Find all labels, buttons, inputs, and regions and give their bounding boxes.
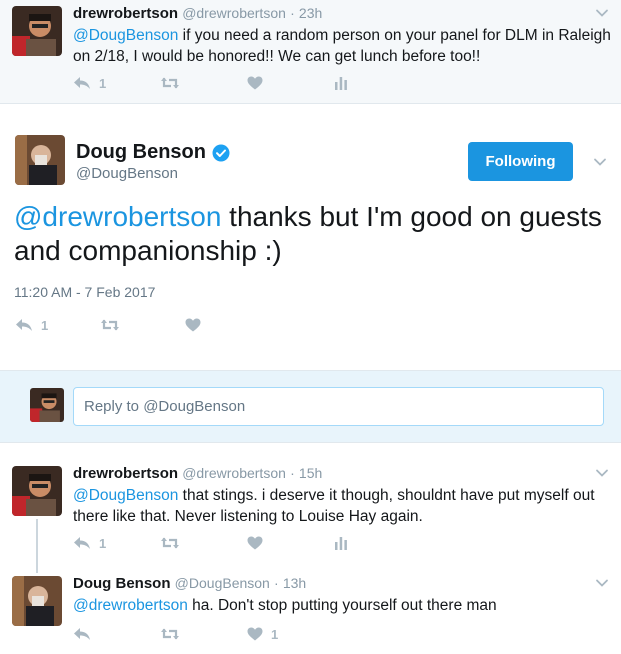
analytics-icon [335, 77, 347, 90]
like-button[interactable] [247, 533, 334, 553]
conversation-thread-line [36, 519, 38, 573]
author-handle[interactable]: @drewrobertson [182, 5, 286, 21]
retweet-icon [161, 537, 179, 549]
reply-icon [16, 319, 32, 331]
mention-link[interactable]: @DougBenson [73, 487, 178, 504]
tweet-actions: 1 [15, 315, 270, 335]
tweet-timestamp[interactable]: 11:20 AM - 7 Feb 2017 [14, 284, 155, 300]
verified-icon [212, 144, 230, 161]
chevron-down-icon[interactable] [595, 6, 609, 20]
analytics-button[interactable] [334, 533, 421, 553]
author-name[interactable]: drewrobertson [73, 5, 178, 22]
tweet-text: @drewrobertson ha. Don't stop putting yo… [73, 595, 613, 616]
tweet-time[interactable]: 15h [299, 465, 322, 481]
separator-dot: · [290, 465, 295, 481]
author-name[interactable]: Doug Benson [76, 141, 230, 164]
retweet-icon [161, 77, 179, 89]
author-handle[interactable]: @DougBenson [76, 165, 178, 182]
retweet-button[interactable] [160, 533, 247, 553]
retweet-icon [101, 319, 119, 331]
reply-input[interactable]: Reply to @DougBenson [73, 387, 604, 426]
mention-link[interactable]: @drewrobertson [14, 201, 221, 232]
author-name[interactable]: drewrobertson [73, 465, 178, 482]
tweet-reply-dougbenson[interactable]: Doug Benson @DougBenson · 13h @drewrober… [0, 570, 621, 654]
avatar-current-user [30, 388, 64, 422]
retweet-button[interactable] [160, 73, 247, 93]
tweet-time[interactable]: 13h [283, 575, 306, 591]
chevron-down-icon[interactable] [593, 155, 607, 169]
analytics-button[interactable] [334, 73, 421, 93]
mention-link[interactable]: @drewrobertson [73, 597, 188, 614]
separator-dot: · [274, 575, 279, 591]
author-name-text: Doug Benson [76, 141, 206, 163]
like-icon [247, 76, 263, 90]
tweet-text: @drewrobertson thanks but I'm good on gu… [14, 200, 609, 268]
mention-link[interactable]: @DougBenson [73, 27, 178, 44]
avatar-drewrobertson[interactable] [12, 6, 62, 56]
avatar-drewrobertson[interactable] [12, 466, 62, 516]
like-count: 1 [271, 626, 279, 642]
like-button[interactable]: 1 [247, 624, 334, 644]
following-button[interactable]: Following [468, 142, 573, 181]
tweet-text: @DougBenson if you need a random person … [73, 25, 613, 67]
tweet-header: drewrobertson @drewrobertson · 15h [73, 465, 322, 482]
reply-button[interactable] [73, 624, 160, 644]
main-tweet: Doug Benson @DougBenson Following @drewr… [0, 104, 621, 370]
reply-compose-box: Reply to @DougBenson [0, 370, 621, 443]
tweet-actions: 1 [73, 73, 421, 93]
retweet-button[interactable] [100, 315, 185, 335]
tweet-text: @DougBenson that stings. i deserve it th… [73, 485, 613, 527]
like-button[interactable] [247, 73, 334, 93]
tweet-reply-drewrobertson-top[interactable]: drewrobertson @drewrobertson · 23h @Doug… [0, 0, 621, 104]
tweet-reply-drewrobertson[interactable]: drewrobertson @drewrobertson · 15h @Doug… [0, 460, 621, 570]
retweet-icon [161, 628, 179, 640]
reply-count: 1 [99, 535, 107, 551]
reply-button[interactable]: 1 [15, 315, 100, 335]
retweet-button[interactable] [160, 624, 247, 644]
reply-button[interactable]: 1 [73, 533, 160, 553]
author-name[interactable]: Doug Benson [73, 575, 171, 592]
tweet-header: Doug Benson @DougBenson · 13h [73, 575, 306, 592]
like-icon [185, 318, 201, 332]
analytics-icon [335, 537, 347, 550]
tweet-time[interactable]: 23h [299, 5, 322, 21]
like-icon [247, 536, 263, 550]
reply-icon [74, 77, 90, 89]
separator-dot: · [290, 5, 295, 21]
like-button[interactable] [185, 315, 270, 335]
like-icon [247, 627, 263, 641]
author-handle[interactable]: @DougBenson [175, 575, 270, 591]
reply-count: 1 [41, 317, 49, 333]
reply-button[interactable]: 1 [73, 73, 160, 93]
avatar-dougbenson[interactable] [15, 135, 65, 185]
reply-icon [74, 628, 90, 640]
author-handle[interactable]: @drewrobertson [182, 465, 286, 481]
reply-count: 1 [99, 75, 107, 91]
tweet-actions: 1 [73, 533, 421, 553]
chevron-down-icon[interactable] [595, 466, 609, 480]
tweet-body: ha. Don't stop putting yourself out ther… [187, 597, 497, 614]
reply-icon [74, 537, 90, 549]
tweet-header: drewrobertson @drewrobertson · 23h [73, 5, 322, 22]
chevron-down-icon[interactable] [595, 576, 609, 590]
tweet-actions: 1 [73, 624, 334, 644]
avatar-dougbenson[interactable] [12, 576, 62, 626]
